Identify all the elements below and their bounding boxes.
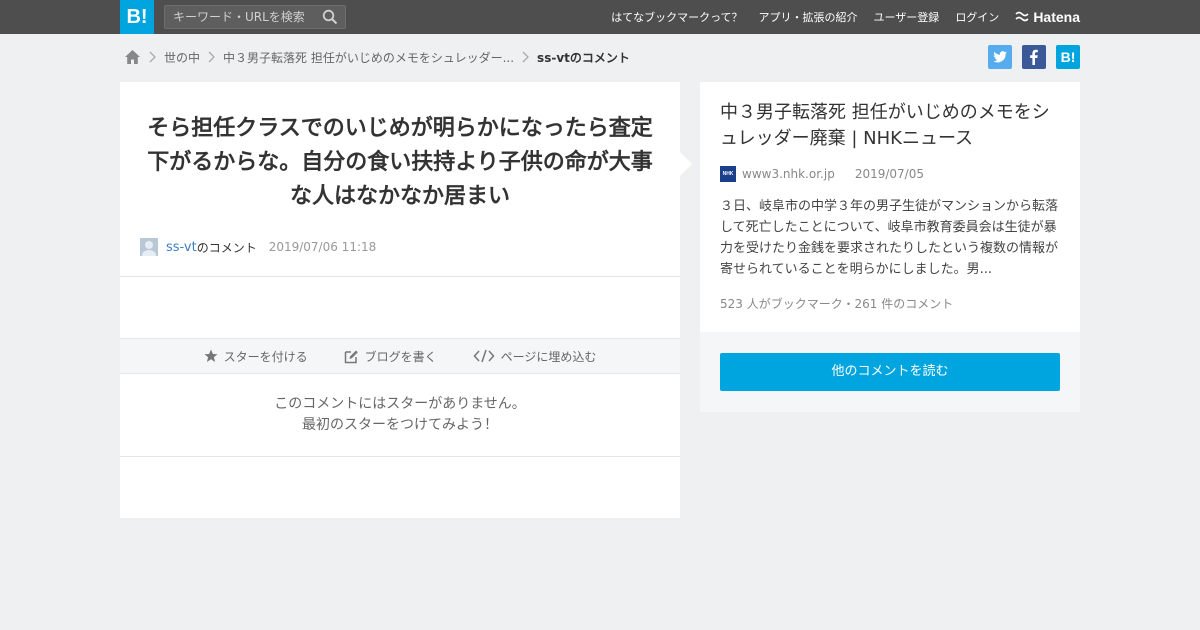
write-blog-label: ブログを書く bbox=[364, 349, 437, 364]
twitter-share-button[interactable] bbox=[988, 45, 1012, 69]
edit-icon bbox=[344, 350, 358, 363]
comment-meta: ss-vt のコメント 2019/07/06 11:18 bbox=[140, 237, 376, 257]
entry-source: NHK www3.nhk.or.jp 2019/07/05 bbox=[720, 166, 924, 182]
write-blog-button[interactable]: ブログを書く bbox=[344, 348, 437, 365]
avatar[interactable] bbox=[140, 238, 158, 256]
chevron-right-icon bbox=[522, 51, 529, 63]
nhk-favicon-icon: NHK bbox=[720, 166, 736, 182]
nav-register[interactable]: ユーザー登録 bbox=[874, 9, 940, 25]
nav-login[interactable]: ログイン bbox=[955, 9, 999, 25]
add-star-label: スターを付ける bbox=[223, 349, 308, 364]
hatena-logo[interactable]: Hatena bbox=[1015, 9, 1080, 25]
read-other-comments-button[interactable]: 他のコメントを読む bbox=[720, 353, 1060, 391]
entry-title[interactable]: 中３男子転落死 担任がいじめのメモをシュレッダー廃棄 | NHKニュース bbox=[720, 100, 1065, 152]
facebook-icon bbox=[1030, 49, 1038, 65]
facebook-share-button[interactable] bbox=[1022, 45, 1046, 69]
entry-counts[interactable]: 523 人がブックマーク・261 件のコメント bbox=[720, 295, 953, 312]
entry-domain[interactable]: www3.nhk.or.jp bbox=[742, 167, 835, 181]
comment-date: 2019/07/06 11:18 bbox=[268, 240, 377, 254]
global-nav: はてなブックマークって？ アプリ・拡張の紹介 ユーザー登録 ログイン Haten… bbox=[595, 0, 1080, 34]
chevron-right-icon bbox=[208, 51, 215, 63]
breadcrumb-category[interactable]: 世の中 bbox=[164, 49, 200, 66]
breadcrumb-entry[interactable]: 中３男子転落死 担任がいじめのメモをシュレッダー... bbox=[223, 49, 514, 66]
embed-button[interactable]: ページに埋め込む bbox=[473, 348, 597, 365]
comment-card: そら担任クラスでのいじめが明らかになったら査定下がるからな。自分の食い扶持より子… bbox=[120, 82, 680, 518]
entry-date: 2019/07/05 bbox=[854, 167, 924, 181]
comment-text: そら担任クラスでのいじめが明らかになったら査定下がるからな。自分の食い扶持より子… bbox=[147, 116, 653, 209]
hatebu-share-button[interactable]: B! bbox=[1056, 45, 1080, 69]
chevron-right-icon bbox=[149, 51, 156, 63]
twitter-icon bbox=[993, 51, 1007, 63]
entry-description: ３日、岐阜市の中学３年の男子生徒がマンションから転落して死亡したことについて、岐… bbox=[720, 199, 1059, 277]
hatena-bookmark-logo[interactable]: B! bbox=[120, 0, 154, 34]
no-star-line2: 最初のスターをつけてみよう！ bbox=[302, 417, 498, 433]
nav-apps[interactable]: アプリ・拡張の紹介 bbox=[759, 9, 858, 25]
embed-label: ページに埋め込む bbox=[500, 349, 597, 364]
entry-card: 中３男子転落死 担任がいじめのメモをシュレッダー廃棄 | NHKニュース NHK… bbox=[700, 82, 1080, 332]
nav-about[interactable]: はてなブックマークって？ bbox=[611, 9, 742, 25]
comment-user-link[interactable]: ss-vt bbox=[166, 240, 197, 255]
no-star-message: このコメントにはスターがありません。 最初のスターをつけてみよう！ bbox=[120, 394, 680, 436]
divider bbox=[120, 276, 680, 277]
star-icon bbox=[204, 349, 218, 362]
card-pointer bbox=[680, 152, 692, 176]
search-input[interactable] bbox=[165, 6, 315, 28]
entry-card-footer: 他のコメントを読む bbox=[700, 332, 1080, 412]
no-star-line1: このコメントにはスターがありません。 bbox=[274, 396, 526, 412]
home-icon[interactable] bbox=[124, 49, 141, 65]
hatena-mark-icon bbox=[1015, 11, 1029, 22]
search-box[interactable] bbox=[164, 5, 346, 29]
breadcrumb-current: ss-vtのコメント bbox=[537, 50, 630, 65]
add-star-button[interactable]: スターを付ける bbox=[204, 348, 308, 365]
divider bbox=[120, 456, 680, 457]
search-icon[interactable] bbox=[322, 9, 338, 25]
comment-actions: スターを付ける ブログを書く ページに埋め込む bbox=[120, 338, 680, 374]
comment-user-suffix: のコメント bbox=[196, 240, 257, 255]
hatena-label: Hatena bbox=[1033, 9, 1080, 25]
share-buttons: B! bbox=[978, 45, 1080, 69]
code-icon bbox=[473, 349, 495, 363]
top-bar: B! はてなブックマークって？ アプリ・拡張の紹介 ユーザー登録 ログイン Ha… bbox=[0, 0, 1200, 34]
breadcrumb: 世の中 中３男子転落死 担任がいじめのメモをシュレッダー... ss-vtのコメ… bbox=[124, 46, 630, 68]
